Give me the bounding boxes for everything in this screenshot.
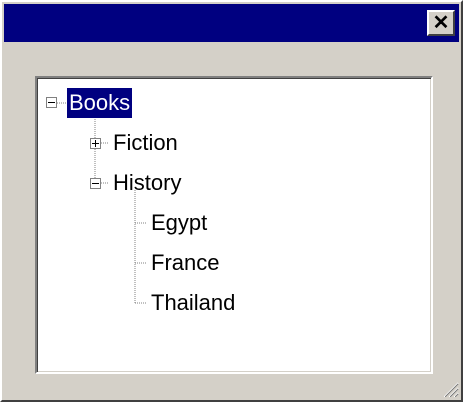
- tree-node-history[interactable]: History: [111, 168, 183, 198]
- tree-node-books[interactable]: Books: [67, 88, 133, 118]
- tree-node-thailand[interactable]: Thailand: [149, 288, 237, 318]
- close-icon: ✕: [432, 12, 450, 34]
- collapse-history-toggle[interactable]: [90, 178, 101, 189]
- tree-view[interactable]: Books Fiction History Egypt France Thail…: [35, 76, 433, 374]
- title-bar[interactable]: ✕: [4, 4, 459, 42]
- tree-connector-lines: [57, 102, 147, 304]
- resize-grip-icon[interactable]: [441, 380, 459, 398]
- dialog-window: ✕ Books Fiction History Egypt France Tha…: [0, 0, 463, 402]
- tree-node-egypt[interactable]: Egypt: [149, 208, 209, 238]
- close-button[interactable]: ✕: [427, 10, 455, 36]
- tree-node-france[interactable]: France: [149, 248, 221, 278]
- collapse-books-toggle[interactable]: [46, 97, 57, 108]
- tree-node-fiction[interactable]: Fiction: [111, 128, 180, 158]
- expand-fiction-toggle[interactable]: [90, 138, 101, 149]
